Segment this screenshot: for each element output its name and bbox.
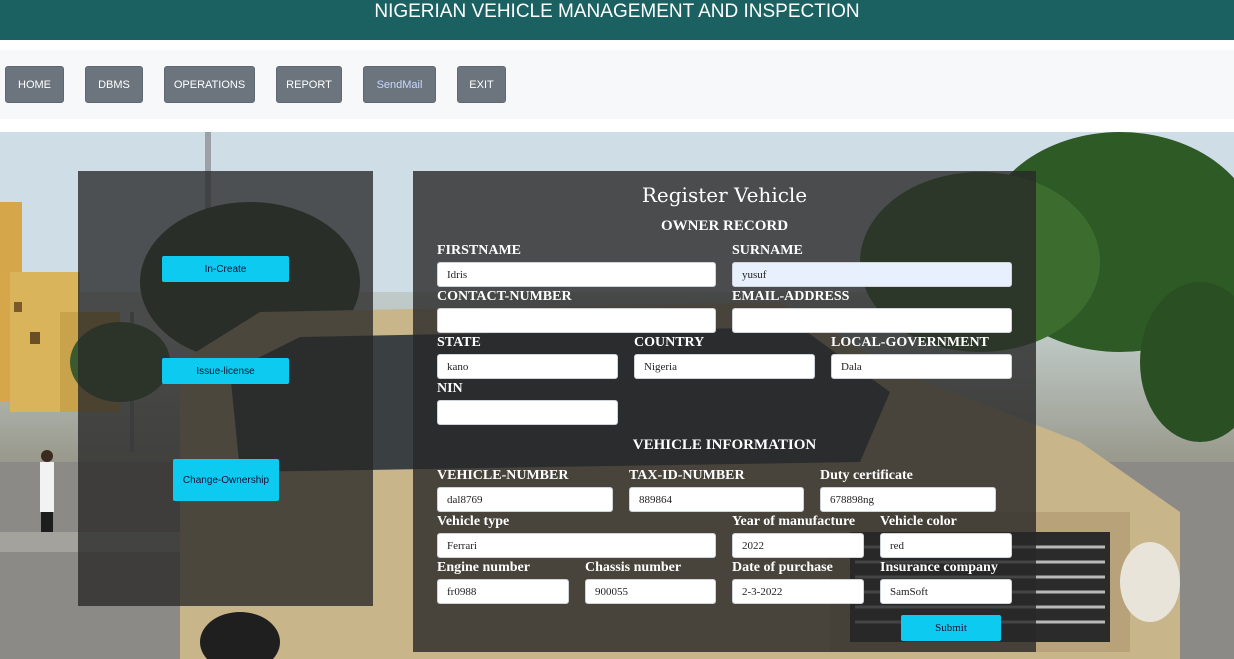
year-of-manufacture-input[interactable] [732,533,864,558]
engine-number-label: Engine number [437,560,530,575]
nav-bar: HOME DBMS OPERATIONS REPORT SendMail EXI… [0,50,1234,119]
duty-certificate-input[interactable] [820,487,996,512]
nav-report-button[interactable]: REPORT [276,66,342,103]
tax-id-number-label: TAX-ID-NUMBER [629,468,745,483]
insurance-company-label: Insurance company [880,560,998,575]
country-label: COUNTRY [634,335,705,350]
page-title: NIGERIAN VEHICLE MANAGEMENT AND INSPECTI… [374,1,860,22]
in-create-button[interactable]: In-Create [162,256,289,282]
firstname-input[interactable] [437,262,716,287]
change-ownership-button[interactable]: Change-Ownership [173,459,279,501]
vehicle-number-input[interactable] [437,487,613,512]
owner-record-heading: OWNER RECORD [660,218,789,234]
nav-sendmail-button[interactable]: SendMail [363,66,436,103]
chassis-number-input[interactable] [585,579,716,604]
chassis-number-label: Chassis number [585,560,682,575]
contact-number-label: CONTACT-NUMBER [437,289,572,304]
date-of-purchase-input[interactable] [732,579,864,604]
local-government-input[interactable] [831,354,1012,379]
nav-operations-button[interactable]: OPERATIONS [164,66,255,103]
contact-number-input[interactable] [437,308,716,333]
local-government-label: LOCAL-GOVERNMENT [831,335,989,350]
duty-certificate-label: Duty certificate [820,468,913,483]
email-address-label: EMAIL-ADDRESS [732,289,850,304]
register-vehicle-form: Register Vehicle OWNER RECORD FIRSTNAME … [413,171,1036,652]
surname-label: SURNAME [732,243,803,258]
nin-input[interactable] [437,400,618,425]
nav-home-button[interactable]: HOME [5,66,64,103]
vehicle-color-label: Vehicle color [880,514,957,529]
app-header: NIGERIAN VEHICLE MANAGEMENT AND INSPECTI… [0,0,1234,40]
side-action-panel: In-Create Issue-license Change-Ownership [78,171,373,606]
vehicle-color-input[interactable] [880,533,1012,558]
firstname-label: FIRSTNAME [437,243,522,258]
email-address-input[interactable] [732,308,1012,333]
date-of-purchase-label: Date of purchase [732,560,833,575]
nin-label: NIN [437,381,463,396]
issue-license-button[interactable]: Issue-license [162,358,289,384]
nav-dbms-button[interactable]: DBMS [85,66,143,103]
vehicle-number-label: VEHICLE-NUMBER [437,468,569,483]
vehicle-type-label: Vehicle type [437,514,510,529]
year-of-manufacture-label: Year of manufacture [732,514,856,529]
country-input[interactable] [634,354,815,379]
vehicle-information-heading: VEHICLE INFORMATION [632,437,817,453]
state-label: STATE [437,335,481,350]
insurance-company-input[interactable] [880,579,1012,604]
nav-exit-button[interactable]: EXIT [457,66,506,103]
form-title: Register Vehicle [641,183,808,207]
engine-number-input[interactable] [437,579,569,604]
vehicle-type-input[interactable] [437,533,716,558]
surname-input[interactable] [732,262,1012,287]
state-input[interactable] [437,354,618,379]
tax-id-number-input[interactable] [629,487,804,512]
submit-button[interactable]: Submit [901,615,1001,641]
